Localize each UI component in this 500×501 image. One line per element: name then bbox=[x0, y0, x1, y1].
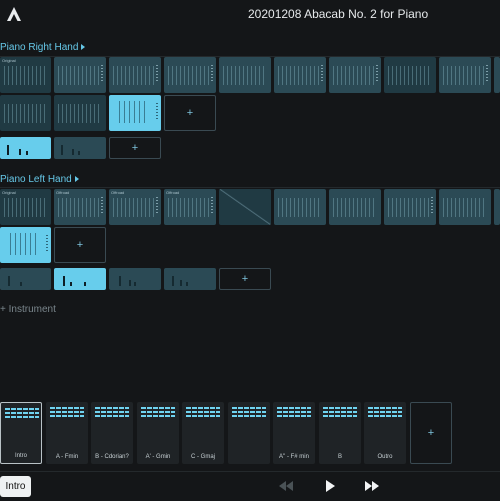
scene-card[interactable]: C - Gmaj bbox=[182, 402, 224, 464]
add-instrument-button[interactable]: + Instrument bbox=[0, 304, 56, 315]
pattern-cell[interactable] bbox=[54, 95, 106, 131]
scene-label: A'' - F# min bbox=[279, 454, 309, 460]
pattern-cell[interactable] bbox=[109, 57, 161, 93]
track-title-right-hand[interactable]: Piano Right Hand bbox=[0, 42, 86, 53]
top-bar: 20201208 Abacab No. 2 for Piano bbox=[0, 0, 500, 30]
scene-card[interactable]: Outro bbox=[364, 402, 406, 464]
fast-forward-icon[interactable] bbox=[364, 479, 380, 493]
pattern-cell[interactable] bbox=[384, 189, 436, 225]
pattern-cell[interactable] bbox=[54, 57, 106, 93]
pattern-cell[interactable]: Offroad bbox=[164, 189, 216, 225]
clip[interactable] bbox=[164, 268, 216, 290]
current-scene-button[interactable]: Intro bbox=[0, 476, 31, 497]
track-name: Piano Right Hand bbox=[0, 42, 79, 53]
pattern-cell[interactable] bbox=[329, 189, 381, 225]
pattern-cell[interactable]: Offroad bbox=[54, 189, 106, 225]
scene-label: A' - Gmin bbox=[145, 454, 171, 460]
project-title: 20201208 Abacab No. 2 for Piano bbox=[248, 7, 429, 21]
track-name: Piano Left Hand bbox=[0, 174, 72, 185]
scene-card[interactable]: B - Cdorian? bbox=[91, 402, 133, 464]
pattern-cell[interactable] bbox=[219, 57, 271, 93]
divider bbox=[0, 187, 500, 188]
scene-label: C - Gmaj bbox=[191, 454, 215, 460]
scene-card[interactable]: A' - Gmin bbox=[137, 402, 179, 464]
pattern-label: Original bbox=[2, 58, 16, 63]
scene-label: B - Cdorian? bbox=[95, 454, 129, 460]
caret-right-icon bbox=[74, 176, 79, 183]
clip[interactable] bbox=[0, 268, 51, 290]
scene-card[interactable]: A'' - F# min bbox=[273, 402, 315, 464]
add-scene-button[interactable]: + bbox=[410, 402, 452, 464]
pattern-label: Original bbox=[2, 190, 16, 195]
clip[interactable] bbox=[0, 137, 51, 159]
pattern-cell[interactable] bbox=[329, 57, 381, 93]
pattern-label: Offroad bbox=[111, 190, 125, 195]
pattern-cell[interactable] bbox=[494, 57, 500, 93]
transport-bar: Intro bbox=[0, 471, 500, 501]
pattern-cell-selected[interactable] bbox=[109, 95, 161, 131]
pattern-cell[interactable]: Original bbox=[0, 189, 51, 225]
scene-card[interactable]: Intro bbox=[0, 402, 42, 464]
rewind-icon[interactable] bbox=[278, 479, 294, 493]
play-icon[interactable] bbox=[322, 479, 338, 493]
add-pattern-button[interactable]: + bbox=[54, 227, 106, 263]
caret-right-icon bbox=[81, 44, 86, 51]
pattern-cell[interactable] bbox=[164, 57, 216, 93]
pattern-cell[interactable] bbox=[274, 57, 326, 93]
scene-card[interactable]: B bbox=[319, 402, 361, 464]
pattern-cell[interactable] bbox=[494, 189, 500, 225]
track-title-left-hand[interactable]: Piano Left Hand bbox=[0, 174, 79, 185]
add-clip-button[interactable]: + bbox=[219, 268, 271, 290]
pattern-cell[interactable] bbox=[439, 57, 491, 93]
clip[interactable] bbox=[54, 137, 106, 159]
pattern-label: Offroad bbox=[166, 190, 180, 195]
scene-label: Outro bbox=[377, 454, 393, 460]
pattern-cell[interactable] bbox=[439, 189, 491, 225]
scene-label: A - Fmin bbox=[55, 454, 79, 460]
add-pattern-button[interactable]: + bbox=[164, 95, 216, 131]
pattern-cell[interactable] bbox=[0, 95, 51, 131]
pattern-cell[interactable]: Original bbox=[0, 57, 51, 93]
pattern-cell[interactable] bbox=[219, 189, 271, 225]
scene-card[interactable]: A - Fmin bbox=[46, 402, 88, 464]
clip[interactable] bbox=[109, 268, 161, 290]
scene-card[interactable] bbox=[228, 402, 270, 464]
pattern-cell-selected[interactable] bbox=[0, 227, 51, 263]
pattern-cell[interactable] bbox=[274, 189, 326, 225]
abacab-logo-icon[interactable] bbox=[6, 6, 22, 22]
pattern-label: Offroad bbox=[56, 190, 70, 195]
clip-selected[interactable] bbox=[54, 268, 106, 290]
add-clip-button[interactable]: + bbox=[109, 137, 161, 159]
scene-label: B bbox=[337, 454, 342, 460]
pattern-cell[interactable]: Offroad bbox=[109, 189, 161, 225]
scene-strip: Intro A - Fmin B - Cdorian? A' - Gmin C … bbox=[0, 402, 500, 466]
scene-label: Intro bbox=[14, 453, 27, 459]
pattern-cell[interactable] bbox=[384, 57, 436, 93]
